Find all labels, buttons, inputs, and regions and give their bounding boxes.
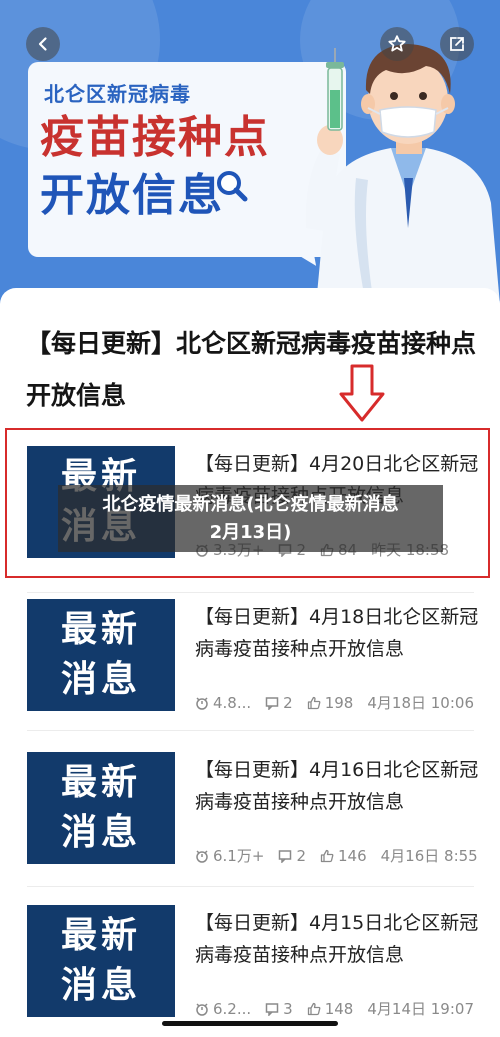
thumbs-up-icon [307,696,321,709]
article-content: 【每日更新】北仑区新冠病毒疫苗接种点开放信息 最新 消息 【每日更新】4月20日… [0,288,500,1037]
thumbnail-text: 最新 [60,609,141,650]
publish-date: 4月18日 10:06 [367,694,474,712]
thumbs-up-icon [320,849,334,862]
thumbnail-text: 最新 [60,915,141,956]
divider [27,730,474,731]
item-meta: 6.1万+ 2 146 4月16日 8:55 [195,845,480,866]
comments-count: 2 [265,694,293,712]
views-icon [196,696,208,710]
likes-count: 148 [307,1000,353,1018]
item-meta: 6.2... 3 148 4月14日 19:07 [195,998,480,1019]
comment-icon [279,849,292,863]
thumbnail-text: 消息 [60,965,141,1006]
item-thumbnail: 最新 消息 [27,752,175,864]
publish-date: 4月14日 19:07 [367,1000,474,1018]
banner-subtitle: 北仑区新冠病毒 [44,82,191,106]
divider [27,592,474,593]
home-indicator[interactable] [162,1021,338,1026]
star-icon [388,35,406,52]
divider [27,886,474,887]
red-down-arrow-icon [339,364,385,422]
likes-count: 146 [320,847,367,865]
share-button[interactable] [440,27,474,61]
thumbnail-text: 最新 [60,762,141,803]
likes-count: 198 [307,694,353,712]
banner-title-line2: 开放信息 [40,170,224,221]
thumbnail-text: 消息 [60,659,141,700]
thumbnail-text: 消息 [60,812,141,853]
chevron-left-icon [38,37,47,51]
comments-count: 2 [278,847,306,865]
magnifier-icon [217,171,248,202]
views-count: 6.2... [195,1000,251,1018]
list-item[interactable]: 最新 消息 【每日更新】4月18日北仑区新冠病毒疫苗接种点开放信息 4.8...… [27,599,480,715]
caption-line1: 北仑疫情最新消息(北仑疫情最新消息 [102,493,399,515]
thumbs-up-icon [307,1002,321,1015]
item-title: 【每日更新】4月16日北仑区新冠病毒疫苗接种点开放信息 [195,759,479,813]
comment-icon [265,696,279,710]
views-icon [196,849,208,863]
item-thumbnail: 最新 消息 [27,599,175,711]
item-title: 【每日更新】4月18日北仑区新冠病毒疫苗接种点开放信息 [195,606,479,660]
item-title: 【每日更新】4月15日北仑区新冠病毒疫苗接种点开放信息 [195,912,479,966]
back-button[interactable] [26,27,60,61]
publish-date: 4月16日 8:55 [380,847,478,865]
views-icon [196,1002,208,1016]
doctor-illustration [305,44,500,305]
list-item[interactable]: 最新 消息 【每日更新】4月15日北仑区新冠病毒疫苗接种点开放信息 6.2...… [27,905,480,1021]
header-banner: 北仑区新冠病毒 疫苗接种点 开放信息 [0,0,500,305]
comments-count: 3 [265,1000,293,1018]
item-thumbnail: 最新 消息 [27,905,175,1017]
share-icon [450,37,464,51]
caption-line2: 2月13日) [209,521,292,543]
views-count: 4.8... [195,694,251,712]
views-count: 6.1万+ [195,845,264,866]
item-meta: 4.8... 2 198 4月18日 10:06 [195,692,480,713]
list-item[interactable]: 最新 消息 【每日更新】4月16日北仑区新冠病毒疫苗接种点开放信息 6.1万+ … [27,752,480,868]
favorite-button[interactable] [380,27,414,61]
comment-icon [265,1002,279,1016]
banner-title-line1: 疫苗接种点 [40,112,270,163]
article-title: 【每日更新】北仑区新冠病毒疫苗接种点开放信息 [26,329,477,410]
caption-overlay: 北仑疫情最新消息(北仑疫情最新消息 2月13日) [58,485,443,552]
